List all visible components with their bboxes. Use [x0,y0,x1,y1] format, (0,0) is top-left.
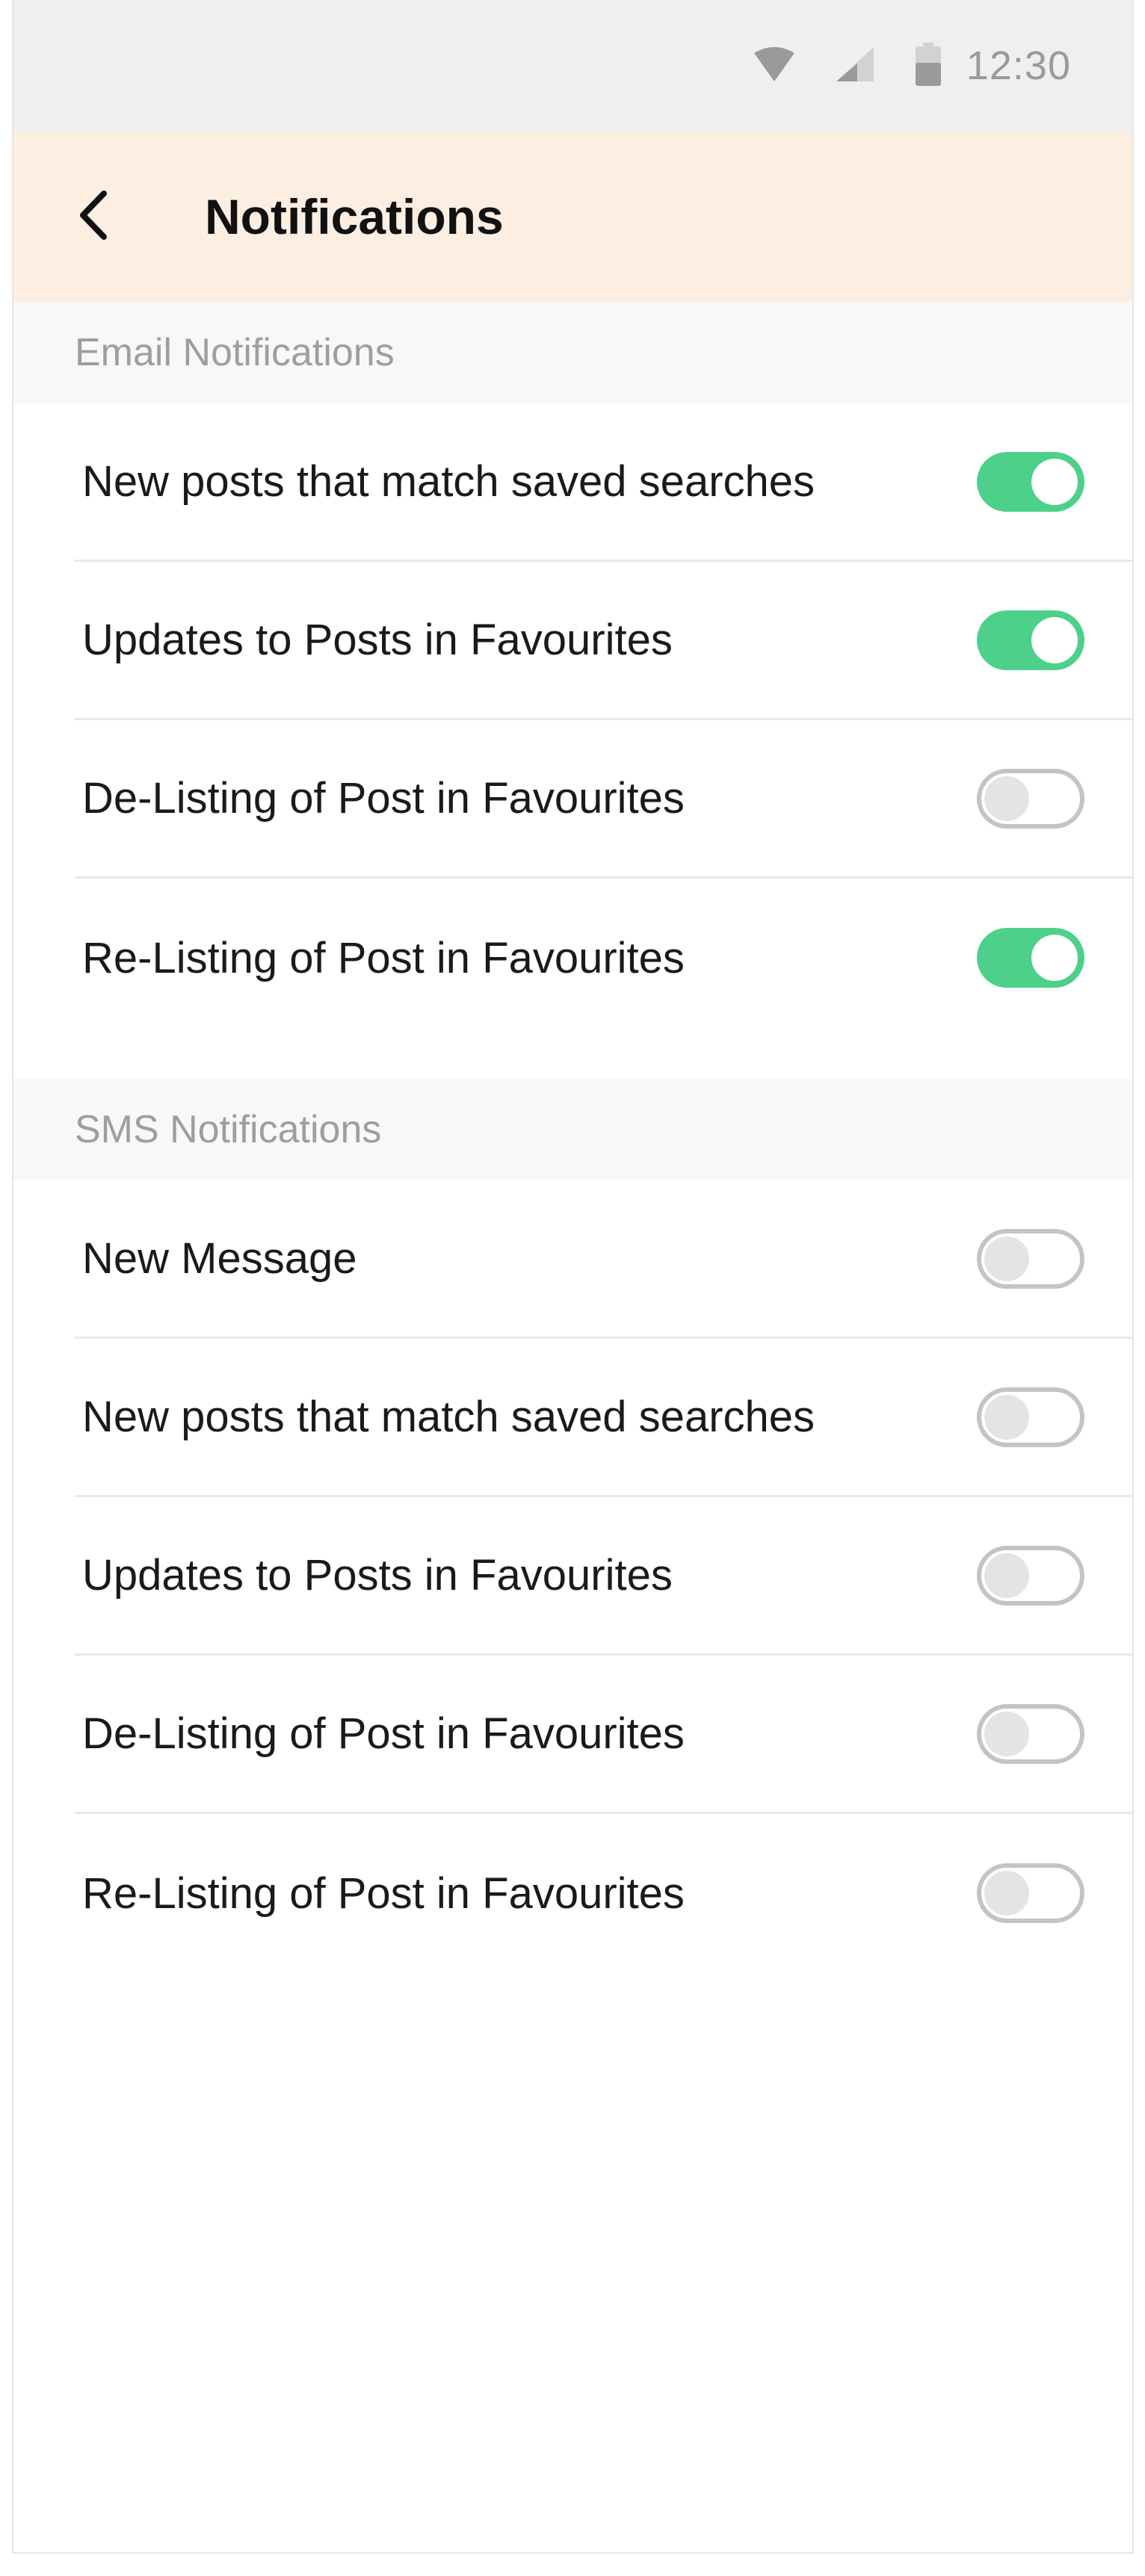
email-notifications-list: New posts that match saved searches Upda… [13,403,1132,1079]
signal-icon [835,46,875,87]
toggle-knob [984,1552,1029,1598]
email-saved-searches-toggle[interactable] [977,451,1084,512]
setting-label: Updates to Posts in Favourites [82,616,673,664]
setting-label: New posts that match saved searches [82,1393,815,1441]
status-bar: 12:30 [13,0,1132,131]
sms-relisting-toggle[interactable] [977,1863,1084,1923]
setting-row: New Message [75,1180,1132,1339]
setting-label: Re-Listing of Post in Favourites [82,1868,685,1918]
setting-label: Re-Listing of Post in Favourites [82,933,685,982]
setting-row: Re-Listing of Post in Favourites [75,879,1132,1037]
toggle-knob [1031,616,1078,663]
sms-new-message-toggle[interactable] [977,1228,1084,1289]
setting-label: New Message [82,1234,357,1283]
battery-icon [915,42,941,90]
toggle-knob [984,775,1029,821]
toggle-knob [984,1711,1029,1756]
email-delisting-toggle[interactable] [977,768,1084,829]
toggle-knob [984,1236,1029,1281]
back-button[interactable] [52,176,135,258]
email-section-header: Email Notifications [13,302,1132,403]
setting-row: De-Listing of Post in Favourites [75,1656,1132,1814]
page-title: Notifications [205,189,504,244]
toggle-knob [984,1871,1029,1916]
toggle-knob [984,1394,1029,1440]
setting-label: New posts that match saved searches [82,457,815,506]
setting-row: Updates to Posts in Favourites [75,562,1132,720]
setting-row: De-Listing of Post in Favourites [75,720,1132,879]
toggle-knob [1031,458,1078,505]
email-favourites-updates-toggle[interactable] [977,610,1084,670]
status-time: 12:30 [966,43,1071,88]
email-relisting-toggle[interactable] [977,928,1084,988]
setting-label: De-Listing of Post in Favourites [82,774,685,823]
sms-notifications-list: New Message New posts that match saved s… [13,1180,1132,1972]
wifi-icon [753,46,796,87]
setting-row: New posts that match saved searches [75,1339,1132,1497]
sms-section-header: SMS Notifications [13,1079,1132,1180]
setting-row: Updates to Posts in Favourites [75,1497,1132,1656]
setting-label: Updates to Posts in Favourites [82,1551,673,1600]
sms-delisting-toggle[interactable] [977,1703,1084,1764]
setting-label: De-Listing of Post in Favourites [82,1709,685,1758]
setting-row: New posts that match saved searches [75,403,1132,562]
chevron-left-icon [77,189,110,245]
app-bar: Notifications [13,131,1132,302]
sms-favourites-updates-toggle[interactable] [977,1545,1084,1606]
toggle-knob [1031,935,1078,981]
phone-screen: 12:30 Notifications Email Notifications … [12,0,1134,2554]
setting-row: Re-Listing of Post in Favourites [75,1814,1132,1972]
sms-saved-searches-toggle[interactable] [977,1387,1084,1447]
